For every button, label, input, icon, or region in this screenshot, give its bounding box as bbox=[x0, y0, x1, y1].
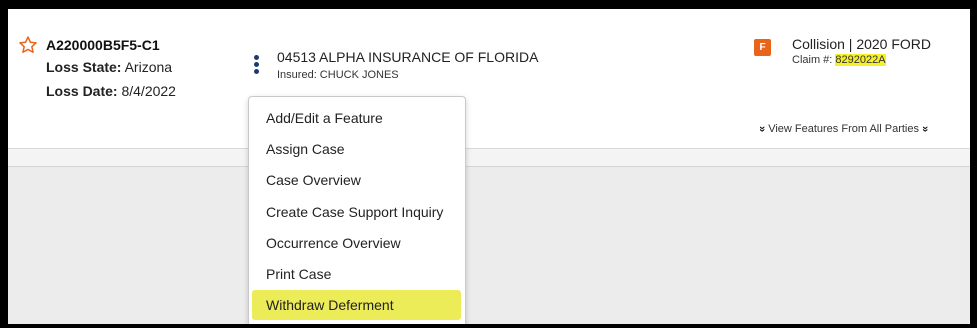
loss-state-value: Arizona bbox=[124, 59, 173, 75]
menu-item-add-edit-feature[interactable]: Add/Edit a Feature bbox=[249, 103, 465, 133]
menu-item-withdraw-deferment[interactable]: Withdraw Deferment bbox=[252, 290, 461, 320]
menu-item-print-case[interactable]: Print Case bbox=[249, 259, 465, 289]
case-id: A220000B5F5-C1 bbox=[46, 37, 160, 53]
header-divider bbox=[8, 148, 970, 167]
insured-name: Insured: CHUCK JONES bbox=[277, 69, 399, 81]
menu-item-assign-case[interactable]: Assign Case bbox=[249, 134, 465, 164]
double-chevron-down-icon: » bbox=[756, 125, 769, 133]
loss-state-label: Loss State: bbox=[46, 59, 122, 75]
menu-item-occurrence-overview[interactable]: Occurrence Overview bbox=[249, 228, 465, 258]
loss-state: Loss State: Arizona bbox=[46, 59, 172, 75]
loss-date-label: Loss Date: bbox=[46, 83, 118, 99]
loss-date-value: 8/4/2022 bbox=[121, 83, 176, 99]
menu-item-case-overview[interactable]: Case Overview bbox=[249, 165, 465, 195]
loss-date: Loss Date: 8/4/2022 bbox=[46, 83, 176, 99]
feature-title: Collision | 2020 FORD bbox=[792, 36, 932, 52]
feature-badge: F bbox=[754, 39, 771, 56]
kebab-menu-icon[interactable] bbox=[254, 55, 260, 75]
insurer-name: 04513 ALPHA INSURANCE OF FLORIDA bbox=[277, 49, 539, 65]
menu-item-create-case-support-inquiry[interactable]: Create Case Support Inquiry bbox=[249, 197, 465, 227]
double-chevron-down-icon: » bbox=[919, 125, 932, 133]
case-actions-menu: Add/Edit a Feature Assign Case Case Over… bbox=[248, 96, 466, 324]
claim-label: Claim #: bbox=[792, 54, 833, 66]
content-area bbox=[8, 166, 970, 324]
view-all-features-link[interactable]: » View Features From All Parties » bbox=[756, 123, 932, 135]
claim-number-value: 8292022A bbox=[835, 54, 886, 66]
claim-number: Claim #: 8292022A bbox=[792, 54, 886, 66]
star-icon[interactable] bbox=[18, 35, 38, 55]
view-all-features-label: View Features From All Parties bbox=[768, 123, 919, 135]
case-header-panel: A220000B5F5-C1 Loss State: Arizona Loss … bbox=[8, 9, 970, 324]
